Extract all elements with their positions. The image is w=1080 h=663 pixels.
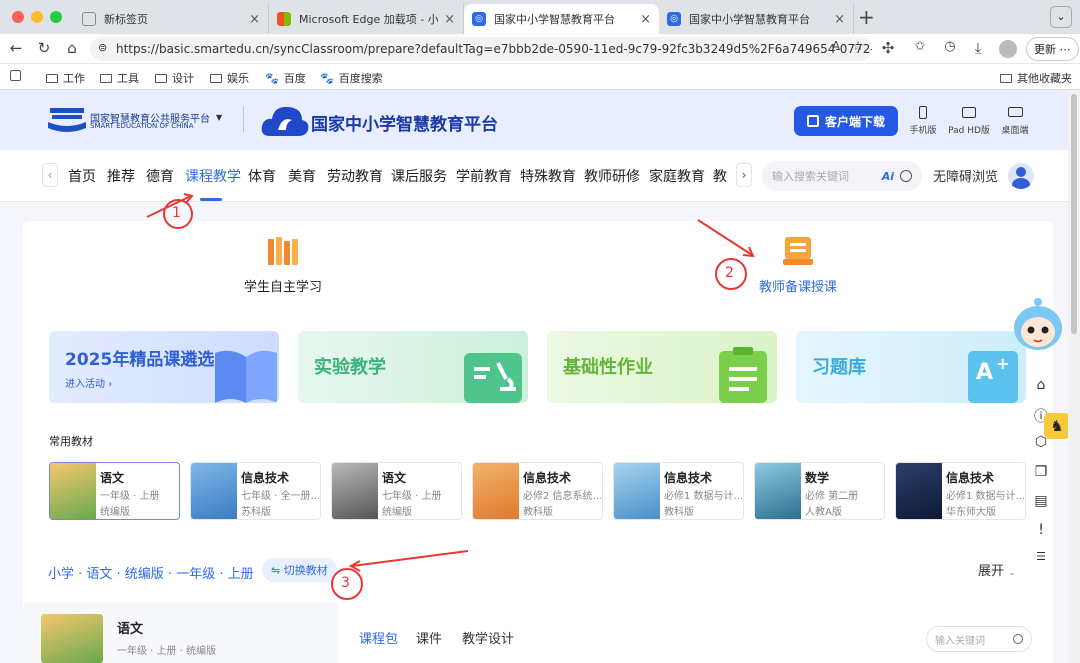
annotation-arrow-1 [146,195,192,218]
annotation-number-2: 2 [725,265,734,281]
annotation-number-3: 3 [341,575,350,591]
annotation-overlay [146,193,755,600]
annotation-arrow-3 [351,550,469,567]
annotation-number-1: 1 [172,205,181,221]
annotation-arrow-2 [697,219,753,256]
